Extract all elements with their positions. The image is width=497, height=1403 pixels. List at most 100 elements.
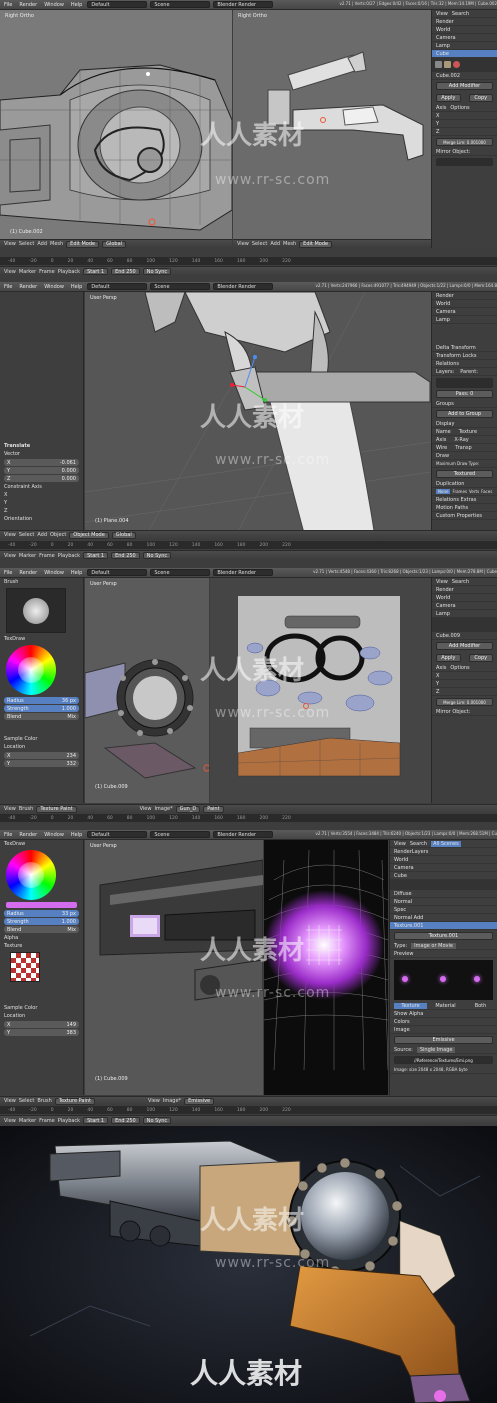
location-y-field[interactable]: Y 383 bbox=[4, 1029, 79, 1036]
menu-add[interactable]: Add bbox=[37, 532, 47, 538]
apply-button[interactable]: Apply bbox=[436, 654, 461, 662]
section-groups[interactable]: Groups bbox=[432, 400, 497, 408]
timeline-ruler[interactable]: -40 -20 0 20 40 60 80 100 120 140 160 180 200 220 bbox=[0, 1106, 497, 1114]
dup-frames-tab[interactable]: Frames bbox=[452, 489, 467, 494]
layout-selector[interactable]: Default bbox=[87, 283, 148, 290]
outliner-item[interactable]: World bbox=[432, 26, 497, 34]
mirror-object-field[interactable] bbox=[436, 158, 493, 166]
outliner-item[interactable]: Render bbox=[432, 292, 497, 300]
outliner-item[interactable]: Camera bbox=[390, 864, 497, 872]
tab-both[interactable]: Both bbox=[464, 1003, 497, 1009]
menu-image[interactable]: Image* bbox=[154, 806, 172, 812]
axis-y-checkbox[interactable]: Y bbox=[432, 680, 497, 688]
scene-selector[interactable]: Scene bbox=[150, 1, 211, 8]
menu-frame[interactable]: Frame bbox=[39, 269, 55, 275]
menu-window[interactable]: Window bbox=[42, 2, 66, 8]
object-icon[interactable] bbox=[444, 61, 451, 68]
add-modifier-button[interactable]: Add Modifier bbox=[436, 642, 493, 650]
section-motion-paths[interactable]: Motion Paths bbox=[432, 504, 497, 512]
outliner-item[interactable]: Lamp bbox=[432, 316, 497, 324]
menu-view-2[interactable]: View bbox=[140, 806, 152, 812]
outliner-item[interactable]: Cube bbox=[390, 872, 497, 880]
menu-playback[interactable]: Playback bbox=[58, 269, 80, 275]
apply-button[interactable]: Apply bbox=[436, 94, 461, 102]
tab-texture[interactable]: Texture bbox=[394, 1002, 427, 1009]
menu-view[interactable]: View bbox=[237, 241, 249, 247]
max-draw-selector[interactable]: Textured bbox=[436, 470, 493, 478]
menu-window[interactable]: Window bbox=[42, 284, 66, 290]
sample-color-section[interactable]: Sample Color bbox=[0, 735, 83, 743]
menu-brush[interactable]: Brush bbox=[19, 806, 33, 812]
timeline-ruler[interactable]: -40 -20 0 20 40 60 80 100 120 140 160 180 200 220 bbox=[0, 541, 497, 549]
menu-render[interactable]: Render bbox=[17, 570, 39, 576]
radius-field[interactable]: Radius 36 px bbox=[4, 697, 79, 704]
axis-x-checkbox[interactable]: X bbox=[432, 672, 497, 680]
menu-marker[interactable]: Marker bbox=[19, 1118, 36, 1124]
render-engine-selector[interactable]: Blender Render bbox=[213, 283, 274, 290]
dup-faces-tab[interactable]: Faces bbox=[481, 489, 492, 494]
menu-help[interactable]: Help bbox=[69, 832, 84, 838]
end-frame-field[interactable]: End 250 bbox=[111, 552, 140, 559]
strength-field[interactable]: Strength 1.000 bbox=[4, 918, 79, 925]
object-name-field[interactable]: Cube.002 bbox=[432, 72, 497, 80]
outliner-item[interactable]: Lamp bbox=[432, 610, 497, 618]
image-filepath-field[interactable]: //Reference/Textures/Emi.png bbox=[394, 1056, 493, 1064]
location-y-field[interactable]: Y 332 bbox=[4, 760, 79, 767]
menu-select[interactable]: Select bbox=[19, 1098, 34, 1104]
menu-playback[interactable]: Playback bbox=[58, 553, 80, 559]
outliner-search[interactable]: Search bbox=[410, 841, 427, 847]
mode-selector[interactable]: Texture Paint bbox=[54, 1097, 96, 1105]
display-name-checkbox[interactable]: Name Texture bbox=[432, 428, 497, 436]
menu-frame[interactable]: Frame bbox=[39, 1118, 55, 1124]
layout-selector[interactable]: Default bbox=[87, 1, 148, 8]
outliner-view[interactable]: View bbox=[436, 11, 448, 17]
menu-render[interactable]: Render bbox=[17, 2, 39, 8]
vector-z-field[interactable]: Z 0.000 bbox=[4, 475, 79, 482]
outliner-item[interactable]: Camera bbox=[432, 34, 497, 42]
section-transform-locks[interactable]: Transform Locks bbox=[432, 352, 497, 360]
uv-image-editor[interactable] bbox=[264, 840, 388, 1095]
sync-selector[interactable]: No Sync bbox=[142, 1117, 172, 1124]
dup-none-tab[interactable]: None bbox=[436, 489, 451, 494]
texture-slot[interactable]: Diffuse bbox=[390, 890, 497, 898]
mode-selector[interactable]: Edit Mode bbox=[66, 240, 100, 248]
show-alpha-checkbox[interactable]: Show Alpha bbox=[390, 1010, 497, 1018]
strength-field[interactable]: Strength 1.000 bbox=[4, 705, 79, 712]
menu-file[interactable]: File bbox=[2, 284, 14, 290]
merge-limit-field[interactable]: Merge Lim: 0.001000 bbox=[436, 138, 493, 146]
image-name-field[interactable]: Emissive bbox=[184, 1097, 215, 1105]
render-engine-selector[interactable]: Blender Render bbox=[213, 1, 274, 8]
axis-x-checkbox[interactable]: X bbox=[432, 112, 497, 120]
location-x-field[interactable]: X 234 bbox=[4, 752, 79, 759]
sync-selector[interactable]: No Sync bbox=[142, 552, 172, 559]
tab-material[interactable]: Material bbox=[429, 1003, 462, 1009]
start-frame-field[interactable]: Start 1 bbox=[83, 1117, 109, 1124]
menu-object[interactable]: Object bbox=[50, 532, 66, 538]
menu-frame[interactable]: Frame bbox=[39, 553, 55, 559]
layout-selector[interactable]: Default bbox=[87, 569, 148, 576]
outliner-view[interactable]: View bbox=[436, 579, 448, 585]
menu-file[interactable]: File bbox=[2, 832, 14, 838]
axis-y-checkbox[interactable]: Y bbox=[432, 120, 497, 128]
menu-render[interactable]: Render bbox=[17, 832, 39, 838]
menu-help[interactable]: Help bbox=[69, 284, 84, 290]
scene-selector[interactable]: Scene bbox=[150, 283, 211, 290]
blend-field[interactable]: Blend Mix bbox=[4, 926, 79, 933]
scene-selector[interactable]: Scene bbox=[150, 831, 211, 838]
outliner-item[interactable]: World bbox=[390, 856, 497, 864]
wrench-icon[interactable] bbox=[435, 61, 442, 68]
menu-marker[interactable]: Marker bbox=[19, 269, 36, 275]
copy-button[interactable]: Copy bbox=[468, 94, 493, 102]
paint-mode-selector[interactable]: Paint bbox=[203, 805, 224, 813]
color-wheel[interactable] bbox=[6, 850, 56, 900]
constraint-y[interactable]: Y bbox=[0, 499, 83, 507]
timeline-ruler[interactable]: -40 -20 0 20 40 60 80 100 120 140 160 180 200 220 bbox=[0, 814, 497, 822]
scene-selector[interactable]: Scene bbox=[150, 569, 211, 576]
outliner-item[interactable]: Render bbox=[432, 18, 497, 26]
brush-section[interactable]: Brush bbox=[0, 578, 83, 586]
menu-image[interactable]: Image* bbox=[163, 1098, 181, 1104]
viewport-3d[interactable]: User Persp (1) Cube.009 bbox=[85, 578, 209, 803]
menu-file[interactable]: File bbox=[2, 2, 14, 8]
menu-window[interactable]: Window bbox=[42, 832, 66, 838]
add-modifier-button[interactable]: Add Modifier bbox=[436, 82, 493, 90]
